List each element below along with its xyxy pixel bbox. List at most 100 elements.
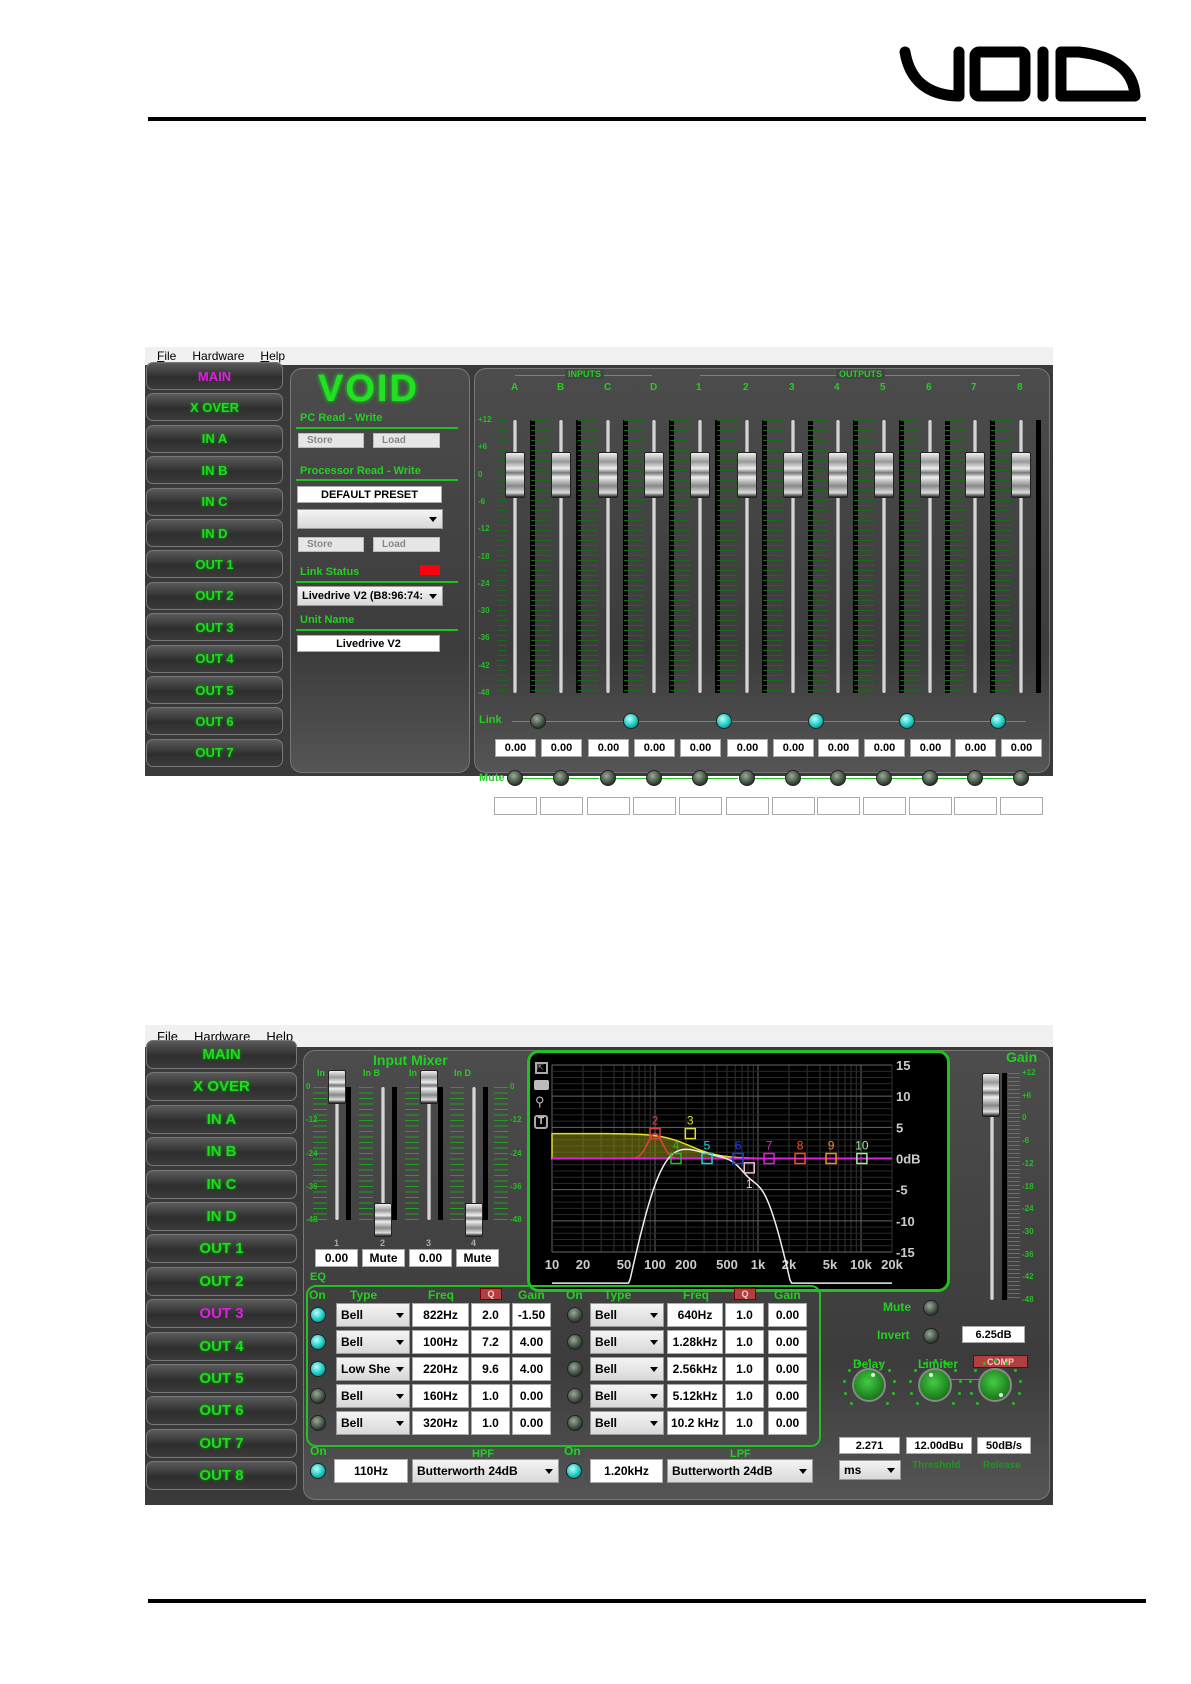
link-toggle[interactable] [807,713,824,729]
band-on-toggle[interactable] [567,1334,583,1350]
nav-main[interactable]: MAIN [146,362,283,390]
band-q-field[interactable]: 1.0 [725,1357,764,1381]
release-knob[interactable] [978,1368,1012,1402]
mute-toggle[interactable] [967,770,983,786]
band-type-select[interactable]: Bell [590,1357,664,1381]
channel-name-field[interactable] [540,797,583,815]
delay-value-field[interactable]: 2.271 [839,1437,900,1454]
threshold-value-field[interactable]: 12.00dBu [906,1437,972,1454]
channel-gain-field[interactable]: 0.00 [1001,739,1042,757]
nav-main[interactable]: MAIN [146,1040,297,1069]
hpf-type-select[interactable]: Butterworth 24dB [412,1459,559,1483]
channel-gain-field[interactable]: 0.00 [588,739,629,757]
fader-knob[interactable] [598,451,618,498]
band-freq-field[interactable]: 822Hz [412,1303,469,1327]
nav-out-3[interactable]: OUT 3 [146,613,283,642]
link-toggle[interactable] [530,713,546,729]
band-gain-field[interactable]: 4.00 [512,1357,551,1381]
band-gain-field[interactable]: 0.00 [768,1384,807,1408]
band-gain-field[interactable]: 0.00 [768,1303,807,1327]
q-header-button[interactable]: Q [480,1288,502,1300]
nav-out-7[interactable]: OUT 7 [146,738,283,767]
lpf-on-toggle[interactable] [566,1463,582,1479]
band-q-field[interactable]: 1.0 [725,1303,764,1327]
nav-out-3[interactable]: OUT 3 [146,1299,297,1329]
band-q-field[interactable]: 1.0 [725,1384,764,1408]
mute-toggle[interactable] [1013,770,1029,786]
band-on-toggle[interactable] [567,1388,583,1404]
nav-out-8[interactable]: OUT 8 [146,1461,297,1491]
zoom-extents-icon[interactable]: ⇱ [535,1062,548,1074]
band-on-toggle[interactable] [310,1334,326,1350]
preset-select[interactable] [297,509,443,529]
mute-toggle[interactable] [600,770,616,786]
nav-in-c[interactable]: IN C [146,487,283,516]
mute-toggle[interactable] [553,770,569,786]
nav-out-1[interactable]: OUT 1 [146,550,283,579]
fader-knob[interactable] [965,451,985,498]
band-gain-field[interactable]: -1.50 [512,1303,551,1327]
band-type-select[interactable]: Bell [336,1411,410,1435]
channel-gain-field[interactable]: 0.00 [495,739,536,757]
comp-button[interactable]: COMP [973,1355,1028,1368]
preset-name-field[interactable]: DEFAULT PRESET [297,486,442,503]
fader-knob[interactable] [783,451,803,498]
mute-toggle[interactable] [923,1300,939,1316]
nav-x-over[interactable]: X OVER [146,1072,297,1102]
nav-in-a[interactable]: IN A [146,424,283,453]
lpf-type-select[interactable]: Butterworth 24dB [667,1459,813,1483]
gain-fader-knob[interactable] [982,1072,1000,1117]
channel-gain-field[interactable]: 0.00 [773,739,814,757]
band-type-select[interactable]: Bell [336,1303,410,1327]
mute-toggle[interactable] [739,770,755,786]
nav-in-b[interactable]: IN B [146,1137,297,1167]
link-toggle[interactable] [990,713,1006,729]
channel-gain-field[interactable]: 0.00 [680,739,721,757]
input-gain-field[interactable]: 0.00 [315,1249,358,1267]
band-freq-field[interactable]: 1.28kHz [667,1330,723,1354]
band-gain-field[interactable]: 0.00 [512,1384,551,1408]
input-gain-field[interactable]: Mute [362,1249,405,1267]
channel-gain-field[interactable]: 0.00 [955,739,996,757]
hpf-freq-field[interactable]: 110Hz [334,1459,408,1483]
link-toggle[interactable] [899,713,915,729]
channel-gain-field[interactable]: 0.00 [727,739,768,757]
link-toggle[interactable] [623,713,639,729]
text-tool-icon[interactable]: T [534,1115,548,1129]
band-freq-field[interactable]: 640Hz [667,1303,723,1327]
mute-toggle[interactable] [646,770,662,786]
nav-out-7[interactable]: OUT 7 [146,1428,297,1458]
band-q-field[interactable]: 1.0 [725,1411,764,1435]
mute-toggle[interactable] [876,770,892,786]
channel-name-field[interactable] [633,797,676,815]
invert-toggle[interactable] [923,1328,939,1344]
nav-in-d[interactable]: IN D [146,519,283,547]
pc-store-button[interactable]: Store [298,433,364,448]
fader-knob[interactable] [465,1203,483,1237]
unit-name-field[interactable]: Livedrive V2 [297,635,440,652]
link-toggle[interactable] [715,713,732,729]
band-q-field[interactable]: 1.0 [471,1384,510,1408]
fader-knob[interactable] [374,1203,392,1237]
mute-toggle[interactable] [785,770,801,786]
input-gain-field[interactable]: 0.00 [409,1249,452,1267]
band-freq-field[interactable]: 2.56kHz [667,1357,723,1381]
nav-out-6[interactable]: OUT 6 [146,1396,297,1426]
mute-toggle[interactable] [830,770,846,786]
nav-out-4[interactable]: OUT 4 [146,1331,297,1361]
channel-name-field[interactable] [726,797,769,815]
delay-unit-select[interactable]: ms [839,1460,901,1480]
input-gain-field[interactable]: Mute [456,1249,499,1267]
nav-in-a[interactable]: IN A [146,1104,297,1134]
channel-name-field[interactable] [772,797,815,815]
menu-hardware[interactable]: Hardware [192,349,244,363]
fader-knob[interactable] [1011,451,1031,498]
fader-knob[interactable] [420,1070,438,1104]
mute-toggle[interactable] [692,770,708,786]
band-type-select[interactable]: Bell [590,1303,664,1327]
nav-in-b[interactable]: IN B [146,456,283,485]
band-gain-field[interactable]: 4.00 [512,1330,551,1354]
processor-store-button[interactable]: Store [298,537,364,552]
fader-knob[interactable] [874,451,894,498]
nav-out-2[interactable]: OUT 2 [146,581,283,610]
